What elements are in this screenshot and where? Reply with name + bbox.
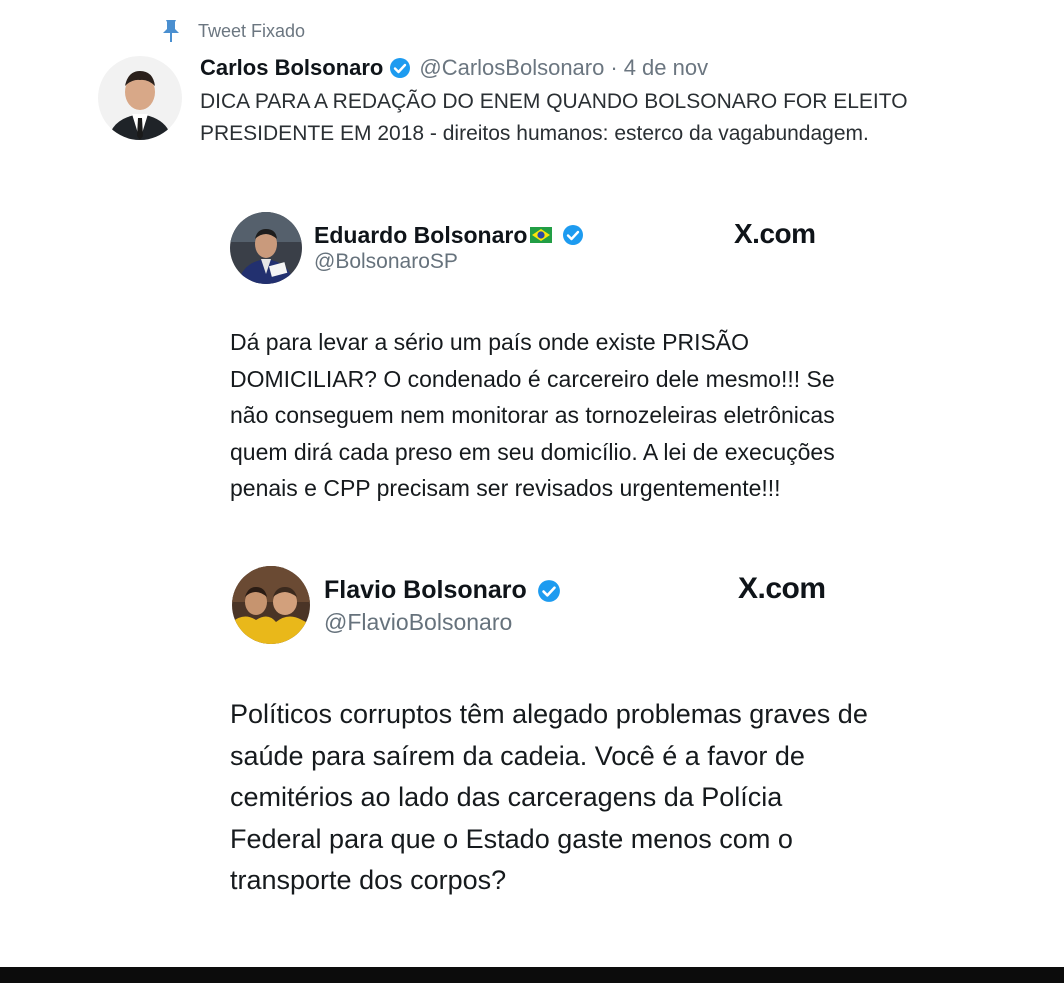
avatar[interactable] (230, 212, 302, 284)
source-label: X.com (738, 572, 826, 605)
author-handle[interactable]: @FlavioBolsonaro (324, 609, 512, 636)
verified-badge-icon (389, 57, 411, 79)
tweet-header: Carlos Bolsonaro @CarlosBolsonaro · 4 de… (200, 52, 708, 84)
author-handle[interactable]: @CarlosBolsonaro (419, 55, 604, 81)
bottom-bar (0, 967, 1064, 983)
tweet-header: Flavio Bolsonaro (324, 573, 560, 607)
pinned-label: Tweet Fixado (198, 20, 306, 41)
author-handle[interactable]: @BolsonaroSP (314, 250, 458, 274)
avatar[interactable] (232, 566, 310, 644)
verified-badge-icon (537, 579, 560, 602)
separator-dot: · (610, 55, 618, 80)
tweet-text: DICA PARA A REDAÇÃO DO ENEM QUANDO BOLSO… (200, 90, 908, 145)
tweet-header: Eduardo Bolsonaro (314, 219, 584, 251)
author-name[interactable]: Eduardo Bolsonaro (314, 222, 527, 249)
tweet-text: Dá para levar a sério um país onde exist… (230, 329, 835, 502)
brazil-flag-icon (530, 227, 553, 243)
pinned-indicator: Tweet Fixado (160, 16, 305, 46)
author-name[interactable]: Flavio Bolsonaro (324, 576, 527, 605)
author-name[interactable]: Carlos Bolsonaro (200, 55, 383, 81)
tweet-date[interactable]: 4 de nov (624, 55, 708, 81)
verified-badge-icon (562, 224, 584, 246)
pin-icon (160, 18, 182, 44)
avatar[interactable] (98, 56, 182, 140)
source-label: X.com (734, 218, 816, 249)
tweet-text: Políticos corruptos têm alegado problema… (230, 699, 868, 895)
